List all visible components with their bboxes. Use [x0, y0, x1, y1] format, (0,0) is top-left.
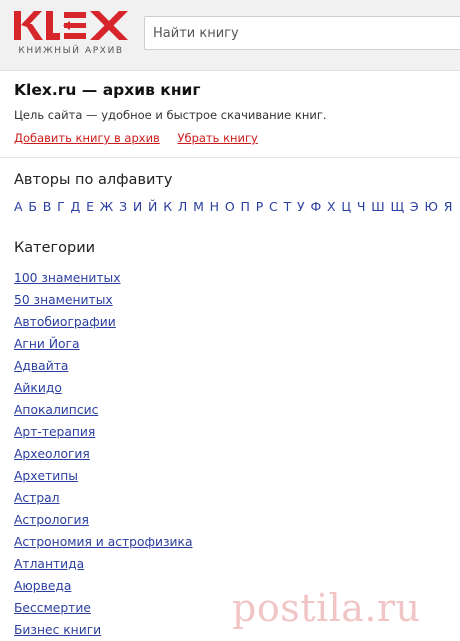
alphabet-letter-link[interactable]: У — [297, 199, 305, 214]
alphabet-letter-link[interactable]: Ч — [357, 199, 366, 214]
category-link[interactable]: 100 знаменитых — [14, 271, 121, 285]
category-link[interactable]: Астрономия и астрофизика — [14, 535, 193, 549]
category-link[interactable]: 50 знаменитых — [14, 293, 113, 307]
list-item: Арт-терапия — [14, 421, 446, 443]
divider — [0, 157, 460, 158]
logo-tagline: КНИЖНЫЙ АРХИВ — [18, 46, 124, 56]
authors-heading: Авторы по алфавиту — [14, 172, 173, 188]
list-item: Астрология — [14, 509, 446, 531]
alphabet-letter-link[interactable]: Ж — [100, 199, 113, 214]
alphabet-letter-link[interactable]: Е — [86, 199, 94, 214]
alphabet-letter-link[interactable]: Й — [148, 199, 157, 214]
list-item: Апокалипсис — [14, 399, 446, 421]
authors-section: Авторы по алфавиту АБВГДЕЖЗИЙКЛМНОПРСТУФ… — [0, 172, 460, 214]
category-link[interactable]: Апокалипсис — [14, 403, 98, 417]
category-link[interactable]: Агни Йога — [14, 337, 80, 351]
alphabet-nav: АБВГДЕЖЗИЙКЛМНОПРСТУФХЦЧШЩЭЮЯ — [14, 199, 452, 214]
alphabet-letter-link[interactable]: С — [269, 199, 278, 214]
list-item: Археология — [14, 443, 446, 465]
categories-heading: Категории — [14, 240, 96, 256]
list-item: Атлантида — [14, 553, 446, 575]
alphabet-letter-link[interactable]: Ф — [310, 199, 321, 214]
alphabet-letter-link[interactable]: Л — [178, 199, 187, 214]
alphabet-letter-link[interactable]: М — [193, 199, 204, 214]
search-input[interactable] — [145, 17, 460, 49]
alphabet-letter-link[interactable]: О — [225, 199, 235, 214]
alphabet-letter-link[interactable]: В — [43, 199, 52, 214]
alphabet-letter-link[interactable]: К — [163, 199, 172, 214]
list-item: Агни Йога — [14, 333, 446, 355]
alphabet-letter-link[interactable]: Ю — [424, 199, 438, 214]
category-link[interactable]: Айкидо — [14, 381, 62, 395]
list-item: Айкидо — [14, 377, 446, 399]
alphabet-letter-link[interactable]: А — [14, 199, 23, 214]
category-link[interactable]: Арт-терапия — [14, 425, 95, 439]
category-link[interactable]: Бизнес книги — [14, 623, 101, 637]
search-box[interactable] — [144, 16, 460, 50]
alphabet-letter-link[interactable]: Б — [28, 199, 37, 214]
alphabet-letter-link[interactable]: П — [241, 199, 250, 214]
action-links: Добавить книгу в архив Убрать книгу — [14, 131, 446, 145]
klex-logo-icon — [14, 11, 128, 40]
list-item: 100 знаменитых — [14, 267, 446, 289]
alphabet-letter-link[interactable]: Н — [210, 199, 219, 214]
category-link[interactable]: Архетипы — [14, 469, 78, 483]
list-item: Автобиографии — [14, 311, 446, 333]
alphabet-letter-link[interactable]: И — [133, 199, 142, 214]
category-link[interactable]: Астрал — [14, 491, 60, 505]
alphabet-letter-link[interactable]: Х — [327, 199, 336, 214]
alphabet-letter-link[interactable]: З — [119, 199, 127, 214]
site-logo[interactable]: КНИЖНЫЙ АРХИВ — [12, 8, 130, 60]
alphabet-letter-link[interactable]: Ш — [371, 199, 384, 214]
alphabet-letter-link[interactable]: Д — [71, 199, 81, 214]
alphabet-letter-link[interactable]: Щ — [390, 199, 404, 214]
site-header: КНИЖНЫЙ АРХИВ — [0, 0, 460, 71]
alphabet-letter-link[interactable]: Я — [444, 199, 453, 214]
add-book-link[interactable]: Добавить книгу в архив — [14, 131, 160, 145]
list-item: Архетипы — [14, 465, 446, 487]
category-link[interactable]: Бессмертие — [14, 601, 91, 615]
categories-section: Категории 100 знаменитых 50 знаменитых Авт… — [0, 240, 460, 641]
remove-book-link[interactable]: Убрать книгу — [177, 131, 257, 145]
list-item: Астрал — [14, 487, 446, 509]
category-link[interactable]: Астрология — [14, 513, 89, 527]
category-link[interactable]: Адвайта — [14, 359, 68, 373]
alphabet-letter-link[interactable]: Э — [410, 199, 419, 214]
intro-section: Klex.ru — архив книг Цель сайта — удобно… — [0, 71, 460, 145]
category-link[interactable]: Атлантида — [14, 557, 84, 571]
category-link[interactable]: Археология — [14, 447, 90, 461]
category-link[interactable]: Автобиографии — [14, 315, 116, 329]
alphabet-letter-link[interactable]: Р — [256, 199, 264, 214]
alphabet-letter-link[interactable]: Г — [57, 199, 65, 214]
list-item: Аюрведа — [14, 575, 446, 597]
list-item: 50 знаменитых — [14, 289, 446, 311]
site-description: Цель сайта — удобное и быстрое скачивани… — [14, 108, 327, 122]
list-item: Бессмертие — [14, 597, 446, 619]
category-link[interactable]: Аюрведа — [14, 579, 71, 593]
list-item: Астрономия и астрофизика — [14, 531, 446, 553]
page-title: Klex.ru — архив книг — [14, 81, 201, 99]
list-item: Бизнес книги — [14, 619, 446, 641]
list-item: Адвайта — [14, 355, 446, 377]
alphabet-letter-link[interactable]: Т — [284, 199, 292, 214]
category-list: 100 знаменитых 50 знаменитых Автобиографии… — [14, 267, 446, 641]
alphabet-letter-link[interactable]: Ц — [341, 199, 351, 214]
